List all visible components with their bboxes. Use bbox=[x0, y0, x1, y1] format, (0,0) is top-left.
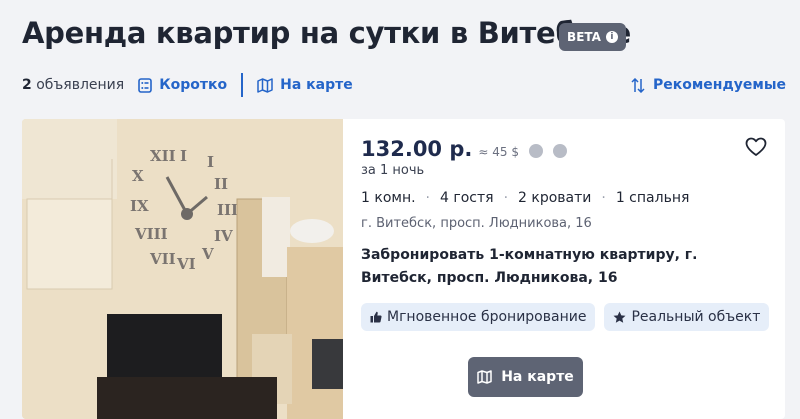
listing-count-number: 2 bbox=[22, 77, 32, 93]
svg-text:IV: IV bbox=[214, 227, 233, 245]
short-view-link[interactable]: Коротко bbox=[138, 77, 227, 93]
price: 132.00 р. bbox=[361, 137, 473, 161]
listing-photo[interactable]: XII I I IIXIX VIIIVII VI VIVIII bbox=[22, 119, 343, 419]
svg-text:VII: VII bbox=[149, 250, 176, 268]
list-icon bbox=[138, 77, 153, 93]
svg-text:V: V bbox=[201, 245, 214, 263]
feature-separator: · bbox=[425, 190, 430, 206]
short-view-label: Коротко bbox=[159, 77, 228, 93]
link-icon[interactable] bbox=[528, 144, 543, 158]
map-icon bbox=[257, 77, 273, 93]
svg-text:I: I bbox=[180, 147, 187, 165]
per-night: за 1 ночь bbox=[361, 163, 425, 178]
svg-text:VI: VI bbox=[176, 255, 196, 273]
badges-row: Мгновенное бронирование Реальный объект bbox=[361, 303, 770, 331]
listing-title-link[interactable]: Забронировать 1-комнатную квартиру, г. В… bbox=[361, 244, 761, 290]
sort-dropdown[interactable]: Рекомендуемые bbox=[631, 72, 786, 98]
show-on-map-button[interactable]: На карте bbox=[468, 357, 583, 397]
sort-arrows-icon bbox=[631, 77, 645, 93]
heart-icon[interactable] bbox=[745, 137, 767, 157]
svg-text:X: X bbox=[132, 167, 144, 185]
svg-text:II: II bbox=[214, 175, 228, 193]
map-view-label: На карте bbox=[280, 77, 353, 93]
thumbs-up-icon bbox=[370, 311, 382, 323]
real-object-badge: Реальный объект bbox=[604, 303, 770, 331]
listing-count-text: объявления bbox=[36, 77, 125, 93]
feature-guests: 4 гостя bbox=[440, 190, 494, 206]
beta-badge[interactable]: BETA i bbox=[559, 23, 626, 51]
listing-toolbar: 2 объявления Коротко На карте Рекомендуе… bbox=[22, 72, 786, 98]
info-icon[interactable] bbox=[552, 144, 567, 158]
svg-text:III: III bbox=[217, 201, 238, 219]
instant-booking-label: Мгновенное бронирование bbox=[387, 309, 587, 325]
star-icon bbox=[613, 311, 626, 323]
feature-separator: · bbox=[503, 190, 509, 206]
listing-address: г. Витебск, просп. Людникова, 16 bbox=[361, 216, 592, 231]
page-title: Аренда квартир на сутки в Витебске bbox=[22, 16, 631, 50]
listing-count: 2 объявления bbox=[22, 77, 124, 93]
toolbar-divider bbox=[241, 73, 244, 97]
map-view-link[interactable]: На карте bbox=[257, 77, 353, 93]
real-object-label: Реальный объект bbox=[631, 309, 761, 325]
show-on-map-label: На карте bbox=[501, 369, 574, 385]
svg-text:I: I bbox=[207, 153, 214, 171]
feature-bedrooms: 1 спальня bbox=[615, 190, 690, 206]
svg-text:IX: IX bbox=[130, 197, 149, 215]
listing-card[interactable]: XII I I II X IX VIII VII VI V IV III 132.00 р. ≈… bbox=[22, 119, 785, 419]
info-icon: i bbox=[605, 31, 618, 43]
feature-separator: · bbox=[601, 190, 606, 206]
sort-label: Рекомендуемые bbox=[652, 77, 786, 93]
feature-beds: 2 кровати bbox=[518, 190, 592, 206]
listing-info: 132.00 р. ≈ 45 $ за 1 ночь 1 комн. · 4 г… bbox=[361, 119, 785, 419]
svg-text:VIII: VIII bbox=[134, 225, 168, 243]
svg-text:XII: XII bbox=[150, 147, 176, 165]
beta-label: BETA bbox=[567, 30, 601, 44]
usd-price: ≈ 45 $ bbox=[478, 145, 519, 159]
price-row: 132.00 р. ≈ 45 $ bbox=[361, 137, 567, 161]
feature-rooms: 1 комн. bbox=[361, 190, 416, 206]
features-row: 1 комн. · 4 гостя · 2 кровати · 1 спальн… bbox=[361, 190, 689, 206]
instant-booking-badge: Мгновенное бронирование bbox=[361, 303, 596, 331]
map-icon bbox=[477, 370, 492, 384]
